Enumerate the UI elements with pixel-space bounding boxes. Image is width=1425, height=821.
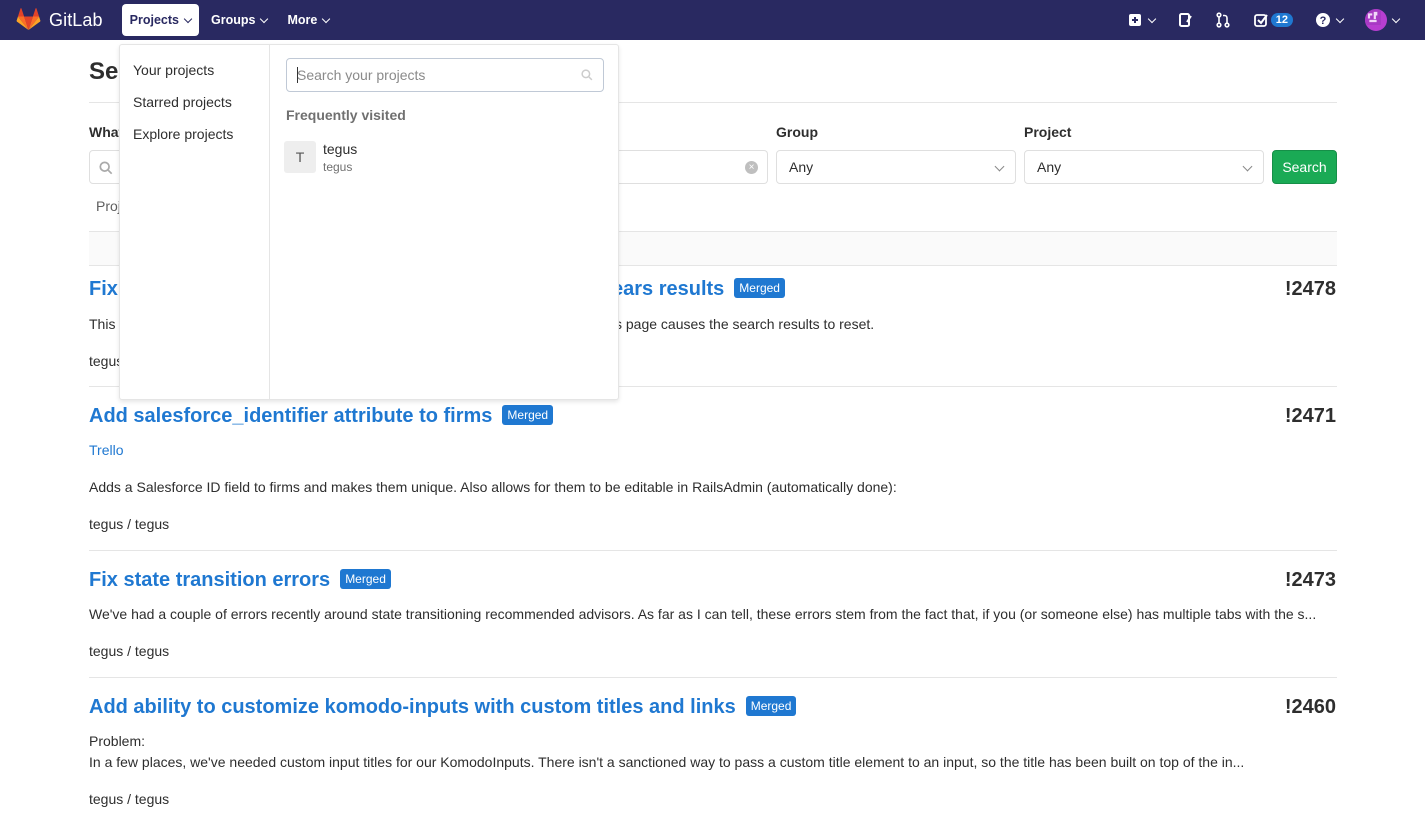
todos-count-badge: 12 (1270, 13, 1293, 27)
trello-link[interactable]: Trello (89, 442, 124, 458)
result-title-text: Add ability to customize komodo-inputs w… (89, 696, 736, 718)
result-description: This (89, 316, 116, 332)
chevron-down-icon (1391, 14, 1401, 23)
result-description-heading: Problem: (89, 733, 146, 749)
nav-groups-label: Groups (210, 13, 256, 27)
merge-request-id: !2478 (1284, 278, 1336, 300)
project-select[interactable]: Any (1024, 150, 1264, 184)
result-title-link[interactable]: Fix state transition errors Merged (89, 569, 391, 592)
text-caret (297, 67, 298, 83)
divider (89, 550, 1337, 551)
tab-projects[interactable]: Proj (96, 198, 121, 214)
new-dropdown-button[interactable] (1121, 4, 1161, 36)
issues-icon (1178, 13, 1192, 27)
project-search-placeholder: Search your projects (297, 67, 426, 83)
result-description-end: s page causes the search results to rese… (615, 316, 875, 332)
search-icon (581, 69, 593, 81)
status-badge: Merged (340, 569, 391, 589)
nav-projects-dropdown[interactable]: Projects (121, 4, 199, 36)
search-button[interactable]: Search (1272, 150, 1337, 184)
project-namespace: tegus (323, 160, 353, 174)
merge-request-id: !2473 (1284, 569, 1336, 591)
project-name: tegus (323, 141, 358, 157)
status-badge: Merged (745, 696, 797, 716)
todos-button[interactable]: 12 (1247, 4, 1299, 36)
project-search-input[interactable]: Search your projects (286, 58, 604, 92)
chevron-down-icon (322, 14, 331, 23)
result-description: Adds a Salesforce ID field to firms and … (89, 479, 897, 495)
top-navbar: GitLab Projects Groups More 12 ? (0, 0, 1425, 40)
result-title-link-end[interactable]: ears results Merged (612, 278, 785, 301)
user-avatar (1365, 9, 1387, 31)
result-title-text: ears results (612, 278, 725, 300)
help-dropdown-button[interactable]: ? (1309, 4, 1349, 36)
issues-button[interactable] (1171, 4, 1199, 36)
todo-check-icon (1253, 14, 1268, 27)
chevron-down-icon (994, 161, 1005, 172)
menu-item-your-projects[interactable]: Your projects (133, 62, 214, 78)
svg-text:?: ? (1320, 15, 1327, 27)
projects-menu-list: Your projects Starred projects Explore p… (120, 45, 270, 399)
projects-dropdown-menu: Your projects Starred projects Explore p… (119, 44, 619, 400)
chevron-down-icon (1335, 14, 1345, 23)
result-project-path: tegus / tegus (89, 516, 170, 532)
result-project-path: tegus / tegus (89, 643, 170, 659)
gitlab-logo-link[interactable]: GitLab (16, 0, 103, 40)
frequent-project-item[interactable]: T tegus tegus (284, 141, 604, 175)
divider (89, 677, 1337, 678)
merge-requests-button[interactable] (1209, 4, 1237, 36)
brand-name: GitLab (49, 9, 103, 30)
result-title-link[interactable]: Fix (89, 278, 118, 301)
group-select-value: Any (789, 159, 814, 175)
status-badge: Merged (734, 278, 785, 298)
group-label: Group (776, 124, 818, 140)
result-title-link[interactable]: Add salesforce_identifier attribute to f… (89, 405, 554, 428)
result-description: We've had a couple of errors recently ar… (89, 606, 1317, 622)
nav-more-label: More (287, 13, 318, 27)
nav-projects-label: Projects (129, 13, 179, 27)
chevron-down-icon (183, 14, 193, 23)
clear-icon[interactable]: × (745, 161, 758, 174)
question-icon: ? (1316, 13, 1330, 27)
plus-square-icon (1128, 14, 1141, 26)
result-title-link[interactable]: Add ability to customize komodo-inputs w… (89, 696, 797, 719)
result-description: In a few places, we've needed custom inp… (89, 754, 1245, 770)
page-title: Se (89, 58, 119, 85)
merge-request-id: !2460 (1284, 696, 1336, 718)
user-menu-button[interactable] (1359, 4, 1405, 36)
merge-request-id: !2471 (1284, 405, 1336, 427)
project-select-value: Any (1037, 159, 1062, 175)
chevron-down-icon (260, 14, 269, 23)
nav-groups-dropdown[interactable]: Groups (203, 4, 275, 36)
chevron-down-icon (1242, 161, 1253, 172)
tanuki-logo-icon (16, 8, 41, 30)
menu-item-explore-projects[interactable]: Explore projects (133, 126, 233, 142)
menu-item-starred-projects[interactable]: Starred projects (133, 94, 232, 110)
result-project-path: tegus / tegus (89, 791, 170, 807)
result-title-text: Add salesforce_identifier attribute to f… (89, 405, 493, 427)
result-title-text: Fix state transition errors (89, 569, 331, 591)
chevron-down-icon (1147, 14, 1156, 23)
search-icon (99, 161, 113, 175)
group-select[interactable]: Any (776, 150, 1016, 184)
nav-more-dropdown[interactable]: More (279, 4, 337, 36)
status-badge: Merged (502, 405, 554, 425)
project-label: Project (1024, 124, 1072, 140)
project-avatar: T (284, 141, 316, 173)
frequently-visited-heading: Frequently visited (286, 107, 406, 123)
merge-request-icon (1216, 12, 1230, 28)
